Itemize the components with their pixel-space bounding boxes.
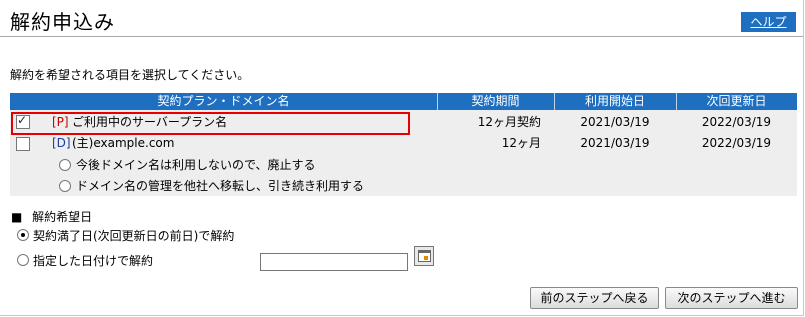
calendar-button[interactable]	[414, 246, 434, 266]
row-period: 12ヶ月	[501, 136, 541, 150]
header-start-date: 利用開始日	[584, 94, 645, 108]
option-specified-date-label: 指定した日付けで解約	[33, 254, 154, 268]
help-link[interactable]: ヘルプ	[741, 12, 796, 32]
contract-table: 契約プラン・ドメイン名 契約期間 利用開始日 次回更新日 [P] ご利用中のサー…	[10, 93, 797, 196]
back-button[interactable]: 前のステップへ戻る	[530, 287, 659, 309]
cancel-date-heading: ■ 解約希望日	[11, 208, 92, 225]
option-label: ドメイン名の管理を他社へ移転し、引き続き利用する	[76, 179, 365, 193]
option-label: 今後ドメイン名は利用しないので、廃止する	[76, 158, 316, 172]
header-period: 契約期間	[471, 94, 520, 108]
date-input[interactable]	[260, 253, 408, 271]
selected-row-highlight	[11, 112, 410, 135]
table-row: [D] (主)example.com 12ヶ月 2021/03/19 2022/…	[10, 133, 797, 153]
row-renewal-date: 2022/03/19	[701, 136, 772, 150]
domain-option-abolish[interactable]: 今後ドメイン名は利用しないので、廃止する	[10, 155, 797, 175]
next-button[interactable]: 次のステップへ進む	[665, 287, 798, 309]
radio-abolish[interactable]	[59, 159, 71, 171]
instruction-text: 解約を希望される項目を選択してください。	[10, 68, 250, 82]
option-contract-end-label: 契約満了日(次回更新日の前日)で解約	[33, 229, 235, 243]
row-renewal-date: 2022/03/19	[701, 115, 772, 129]
header-plan-domain: 契約プラン・ドメイン名	[157, 94, 290, 108]
header-renewal-date: 次回更新日	[706, 94, 767, 108]
row-start-date: 2021/03/19	[580, 136, 650, 150]
radio-specified-date[interactable]	[17, 254, 29, 266]
row-tag: [D]	[52, 136, 71, 150]
table-header: 契約プラン・ドメイン名 契約期間 利用開始日 次回更新日	[10, 93, 797, 110]
radio-contract-end[interactable]	[17, 229, 29, 241]
domain-option-transfer[interactable]: ドメイン名の管理を他社へ移転し、引き続き利用する	[10, 176, 797, 196]
heading-marker: ■	[11, 210, 23, 224]
heading-label: 解約希望日	[32, 210, 93, 224]
page-title: 解約申込み	[10, 10, 115, 34]
row-period: 12ヶ月契約	[477, 115, 541, 129]
row-start-date: 2021/03/19	[580, 115, 650, 129]
row-checkbox-domain[interactable]	[16, 137, 30, 151]
title-divider	[0, 36, 803, 37]
radio-transfer[interactable]	[59, 180, 71, 192]
row-name: (主)example.com	[72, 136, 175, 150]
